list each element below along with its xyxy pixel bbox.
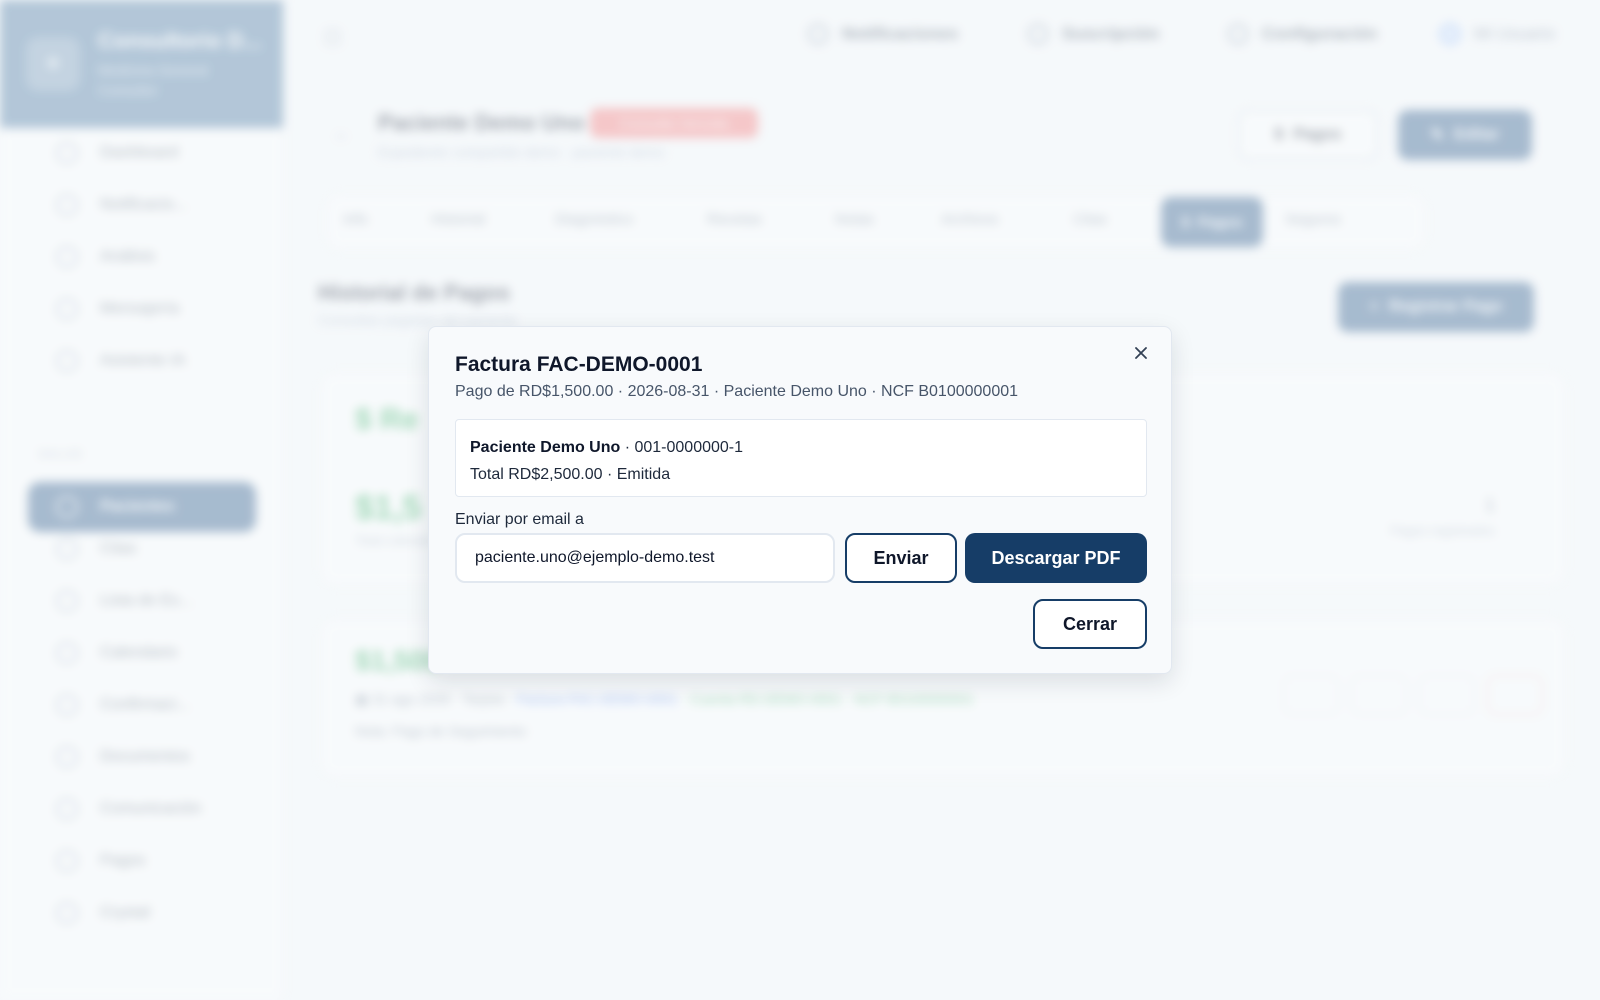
send-email-button[interactable]: Enviar (845, 533, 957, 583)
email-label: Enviar por email a (455, 511, 584, 528)
close-icon (1135, 347, 1147, 359)
invoice-patient-id: · 001-0000000-1 (620, 439, 744, 456)
invoice-modal: Factura FAC-DEMO-0001 Pago de RD$1,500.0… (428, 326, 1172, 674)
invoice-total-line: Total RD$2,500.00 · Emitida (470, 466, 671, 483)
close-button[interactable]: Cerrar (1033, 599, 1147, 649)
invoice-patient-name: Paciente Demo Uno (470, 439, 621, 456)
email-input[interactable] (455, 533, 835, 583)
download-pdf-button[interactable]: Descargar PDF (965, 533, 1147, 583)
modal-title: Factura FAC-DEMO-0001 (455, 353, 703, 376)
modal-subtitle: Pago de RD$1,500.00 · 2026-08-31 · Pacie… (455, 383, 1019, 400)
close-modal-button[interactable] (1129, 341, 1153, 365)
invoice-info-box: Paciente Demo Uno · 001-0000000-1 Total … (455, 419, 1147, 497)
invoice-patient-line: Paciente Demo Uno · 001-0000000-1 (470, 434, 1132, 461)
